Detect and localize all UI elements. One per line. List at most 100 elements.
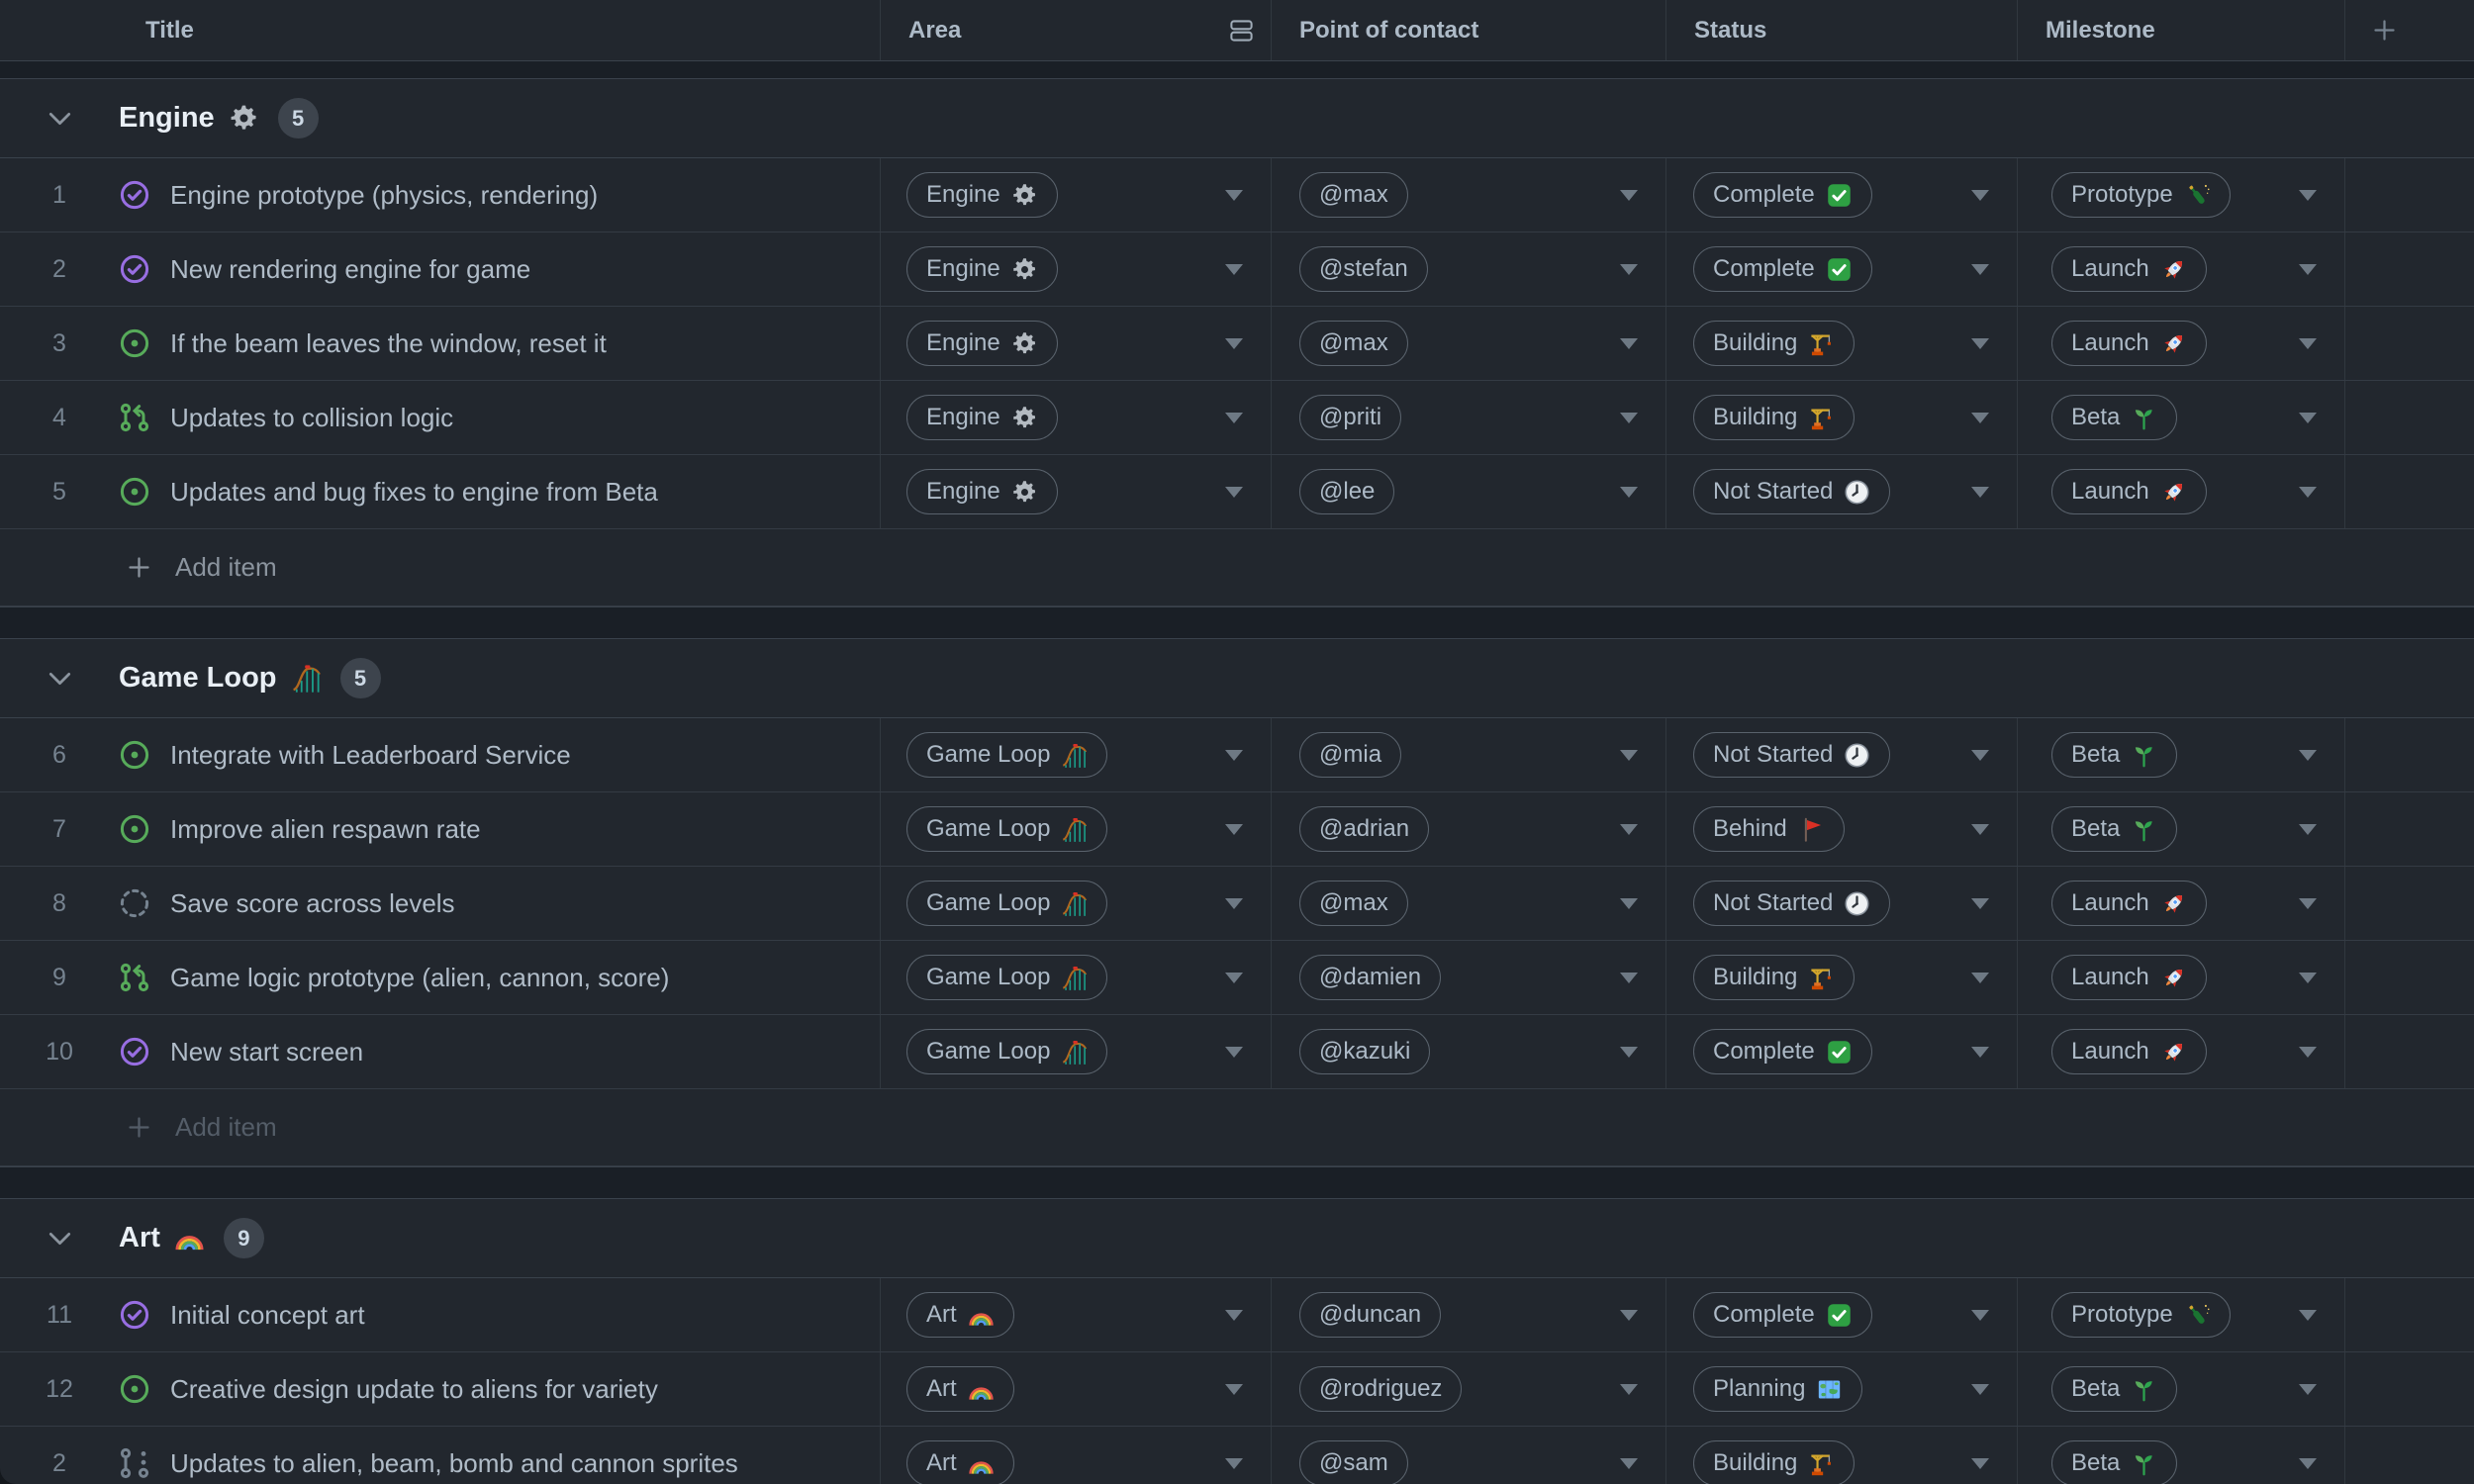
status-pill[interactable]: Not Started <box>1693 881 1891 926</box>
item-title[interactable]: Creative design update to aliens for var… <box>170 1374 658 1405</box>
area-cell[interactable]: Engine <box>881 232 1272 306</box>
status-cell[interactable]: Behind <box>1666 792 2018 866</box>
area-cell[interactable]: Game Loop <box>881 718 1272 791</box>
milestone-pill[interactable]: Beta <box>2051 395 2178 440</box>
milestone-pill[interactable]: Launch <box>2051 881 2207 926</box>
status-cell[interactable]: Not Started <box>1666 455 2018 528</box>
dropdown-caret-icon[interactable] <box>1971 973 1989 983</box>
status-pill[interactable]: Not Started <box>1693 469 1891 514</box>
point-of-contact-cell[interactable]: @max <box>1272 867 1666 940</box>
dropdown-caret-icon[interactable] <box>1620 338 1638 349</box>
item-title[interactable]: Updates to alien, beam, bomb and cannon … <box>170 1448 738 1479</box>
dropdown-caret-icon[interactable] <box>1620 973 1638 983</box>
add-item-row[interactable]: Add item <box>0 529 2474 606</box>
column-header-area[interactable]: Area <box>881 0 1272 60</box>
point-of-contact-pill[interactable]: @duncan <box>1299 1292 1442 1338</box>
dropdown-caret-icon[interactable] <box>2299 750 2317 761</box>
dropdown-caret-icon[interactable] <box>1971 1047 1989 1058</box>
title-cell[interactable]: 5 Updates and bug fixes to engine from B… <box>0 455 881 528</box>
dropdown-caret-icon[interactable] <box>2299 190 2317 201</box>
dropdown-caret-icon[interactable] <box>1225 413 1243 423</box>
chevron-down-icon[interactable] <box>48 112 71 126</box>
dropdown-caret-icon[interactable] <box>1971 1310 1989 1321</box>
status-pill[interactable]: Building <box>1693 321 1856 366</box>
milestone-cell[interactable]: Prototype <box>2018 1278 2345 1351</box>
dropdown-caret-icon[interactable] <box>2299 264 2317 275</box>
dropdown-caret-icon[interactable] <box>1971 1384 1989 1395</box>
status-pill[interactable]: Planning <box>1693 1366 1863 1412</box>
dropdown-caret-icon[interactable] <box>1620 190 1638 201</box>
area-pill[interactable]: Game Loop <box>906 881 1108 926</box>
status-cell[interactable]: Complete <box>1666 1015 2018 1088</box>
area-pill[interactable]: Game Loop <box>906 732 1108 778</box>
point-of-contact-pill[interactable]: @stefan <box>1299 246 1428 292</box>
status-cell[interactable]: Building <box>1666 1427 2018 1484</box>
area-cell[interactable]: Engine <box>881 381 1272 454</box>
item-title[interactable]: Initial concept art <box>170 1300 365 1331</box>
status-pill[interactable]: Building <box>1693 1440 1856 1484</box>
title-cell[interactable]: 4 Updates to collision logic <box>0 381 881 454</box>
milestone-pill[interactable]: Prototype <box>2051 172 2231 218</box>
milestone-cell[interactable]: Beta <box>2018 792 2345 866</box>
point-of-contact-cell[interactable]: @duncan <box>1272 1278 1666 1351</box>
area-cell[interactable]: Game Loop <box>881 867 1272 940</box>
title-cell[interactable]: 1 Engine prototype (physics, rendering) <box>0 158 881 232</box>
dropdown-caret-icon[interactable] <box>1225 824 1243 835</box>
group-header[interactable]: Engine 5 <box>0 79 2474 158</box>
item-title[interactable]: Improve alien respawn rate <box>170 814 481 845</box>
point-of-contact-cell[interactable]: @max <box>1272 158 1666 232</box>
milestone-cell[interactable]: Launch <box>2018 455 2345 528</box>
dropdown-caret-icon[interactable] <box>1620 824 1638 835</box>
area-pill[interactable]: Engine <box>906 172 1058 218</box>
point-of-contact-pill[interactable]: @adrian <box>1299 806 1430 852</box>
point-of-contact-pill[interactable]: @sam <box>1299 1440 1408 1484</box>
point-of-contact-pill[interactable]: @max <box>1299 321 1408 366</box>
area-cell[interactable]: Game Loop <box>881 792 1272 866</box>
dropdown-caret-icon[interactable] <box>1971 824 1989 835</box>
point-of-contact-pill[interactable]: @damien <box>1299 955 1442 1000</box>
status-cell[interactable]: Planning <box>1666 1352 2018 1426</box>
dropdown-caret-icon[interactable] <box>1620 1384 1638 1395</box>
item-title[interactable]: If the beam leaves the window, reset it <box>170 328 607 359</box>
status-pill[interactable]: Building <box>1693 395 1856 440</box>
milestone-cell[interactable]: Beta <box>2018 381 2345 454</box>
area-cell[interactable]: Art <box>881 1352 1272 1426</box>
dropdown-caret-icon[interactable] <box>2299 1310 2317 1321</box>
dropdown-caret-icon[interactable] <box>1225 190 1243 201</box>
status-cell[interactable]: Not Started <box>1666 718 2018 791</box>
dropdown-caret-icon[interactable] <box>1225 973 1243 983</box>
dropdown-caret-icon[interactable] <box>2299 1047 2317 1058</box>
status-cell[interactable]: Complete <box>1666 232 2018 306</box>
dropdown-caret-icon[interactable] <box>1971 413 1989 423</box>
milestone-cell[interactable]: Beta <box>2018 1352 2345 1426</box>
milestone-pill[interactable]: Beta <box>2051 806 2178 852</box>
point-of-contact-pill[interactable]: @rodriguez <box>1299 1366 1463 1412</box>
status-pill[interactable]: Complete <box>1693 1292 1872 1338</box>
dropdown-caret-icon[interactable] <box>1225 1047 1243 1058</box>
point-of-contact-cell[interactable]: @mia <box>1272 718 1666 791</box>
dropdown-caret-icon[interactable] <box>1225 1384 1243 1395</box>
status-cell[interactable]: Building <box>1666 941 2018 1014</box>
title-cell[interactable]: 2 Updates to alien, beam, bomb and canno… <box>0 1427 881 1484</box>
title-cell[interactable]: 9 Game logic prototype (alien, cannon, s… <box>0 941 881 1014</box>
dropdown-caret-icon[interactable] <box>1620 1458 1638 1469</box>
point-of-contact-cell[interactable]: @sam <box>1272 1427 1666 1484</box>
add-item-row[interactable]: Add item <box>0 1089 2474 1166</box>
dropdown-caret-icon[interactable] <box>1225 338 1243 349</box>
dropdown-caret-icon[interactable] <box>2299 824 2317 835</box>
dropdown-caret-icon[interactable] <box>1971 190 1989 201</box>
milestone-pill[interactable]: Launch <box>2051 469 2207 514</box>
milestone-pill[interactable]: Beta <box>2051 1440 2178 1484</box>
dropdown-caret-icon[interactable] <box>1225 264 1243 275</box>
milestone-pill[interactable]: Beta <box>2051 1366 2178 1412</box>
milestone-cell[interactable]: Launch <box>2018 1015 2345 1088</box>
milestone-cell[interactable]: Beta <box>2018 718 2345 791</box>
status-pill[interactable]: Behind <box>1693 806 1845 852</box>
area-cell[interactable]: Art <box>881 1278 1272 1351</box>
item-title[interactable]: Game logic prototype (alien, cannon, sco… <box>170 963 669 993</box>
dropdown-caret-icon[interactable] <box>1620 413 1638 423</box>
milestone-cell[interactable]: Launch <box>2018 307 2345 380</box>
item-title[interactable]: Updates and bug fixes to engine from Bet… <box>170 477 658 508</box>
milestone-cell[interactable]: Launch <box>2018 232 2345 306</box>
dropdown-caret-icon[interactable] <box>1225 1458 1243 1469</box>
